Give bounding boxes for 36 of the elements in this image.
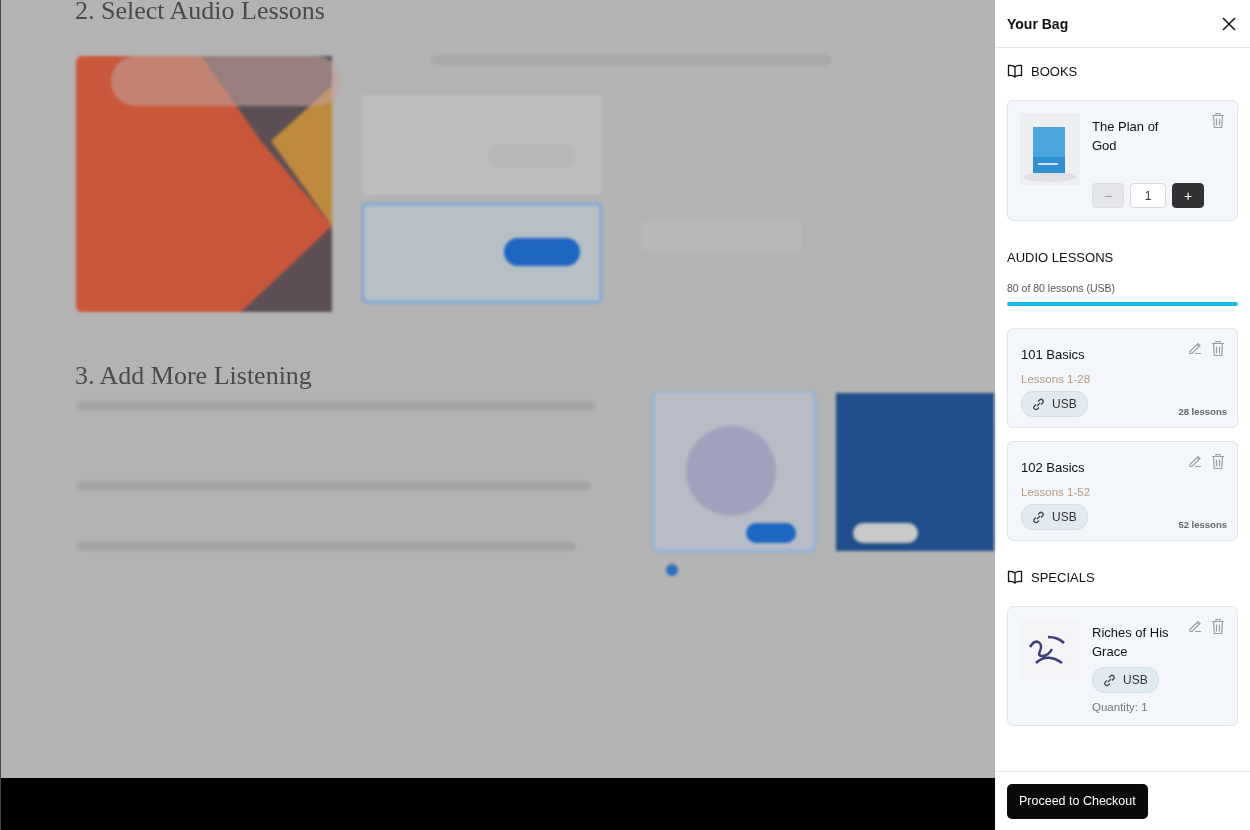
section-heading: BOOKS xyxy=(1031,63,1078,79)
link-icon xyxy=(1032,397,1045,411)
format-tag: USB xyxy=(1021,504,1088,530)
panel-title: Your Bag xyxy=(1007,15,1069,32)
book-icon xyxy=(1007,64,1023,78)
section-heading: SPECIALS xyxy=(1031,569,1095,585)
pencil-icon[interactable] xyxy=(1188,340,1203,355)
format-tag: USB xyxy=(1092,667,1159,693)
book-cover-image xyxy=(1020,113,1080,185)
lesson-count: 52 lessons xyxy=(1178,519,1227,530)
trash-icon[interactable] xyxy=(1211,112,1225,129)
trash-icon[interactable] xyxy=(1211,618,1225,635)
lesson-range: Lessons 1-28 xyxy=(1021,373,1092,385)
pencil-icon[interactable] xyxy=(1188,453,1203,468)
format-tag: USB xyxy=(1021,391,1088,417)
section-heading: AUDIO LESSONS xyxy=(1007,249,1114,265)
trash-icon[interactable] xyxy=(1211,340,1225,357)
item-title: 102 Basics xyxy=(1021,459,1085,477)
lesson-range: Lessons 1-52 xyxy=(1021,486,1092,498)
progress-label: 80 of 80 lessons (USB) xyxy=(1007,282,1116,294)
book-icon xyxy=(1007,570,1023,584)
item-title: Riches of His Grace xyxy=(1092,624,1170,661)
link-icon xyxy=(1032,510,1045,524)
close-icon[interactable] xyxy=(1222,16,1236,31)
increment-button[interactable]: + xyxy=(1172,183,1204,208)
checkout-button[interactable]: Proceed to Checkout xyxy=(1007,783,1148,819)
trash-icon[interactable] xyxy=(1211,453,1225,470)
section-heading: 2. Select Audio Lessons xyxy=(74,0,326,26)
quantity-field[interactable]: 1 xyxy=(1130,183,1166,208)
lesson-count: 28 lessons xyxy=(1178,406,1227,417)
section-heading: 3. Add More Listening xyxy=(74,361,313,391)
item-title: The Plan of God xyxy=(1092,118,1160,155)
item-title: 101 Basics xyxy=(1021,346,1085,364)
quantity-label: Quantity: 1 xyxy=(1092,701,1149,713)
link-icon xyxy=(1103,673,1116,687)
pencil-icon[interactable] xyxy=(1188,618,1203,633)
